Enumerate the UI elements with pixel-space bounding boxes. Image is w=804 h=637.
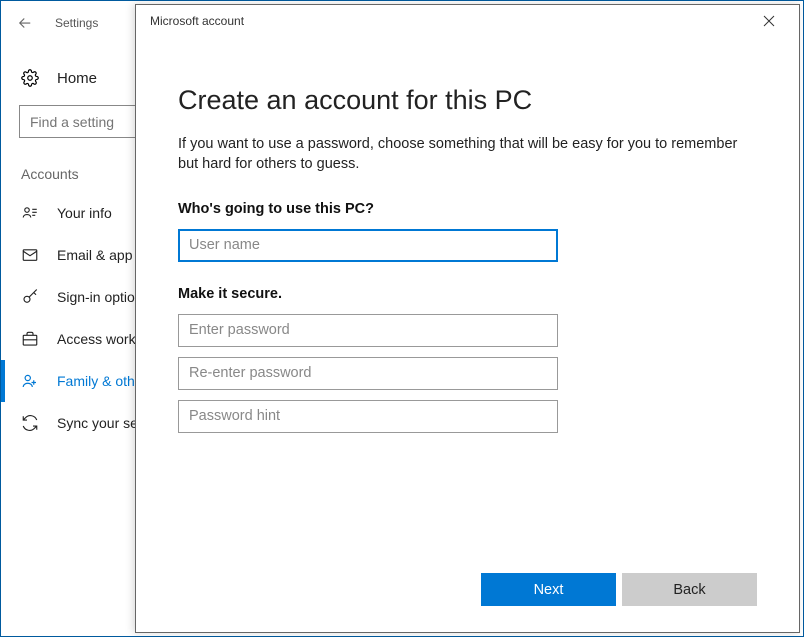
secure-label: Make it secure. — [178, 286, 757, 302]
password-input[interactable] — [178, 314, 558, 347]
repassword-input[interactable] — [178, 357, 558, 390]
dialog-heading: Create an account for this PC — [178, 85, 757, 116]
close-button[interactable] — [753, 5, 785, 37]
key-icon — [21, 288, 39, 306]
username-label: Who's going to use this PC? — [178, 201, 757, 217]
nav-label: Your info — [57, 205, 112, 221]
briefcase-icon — [21, 330, 39, 348]
account-dialog: Microsoft account Create an account for … — [135, 4, 800, 633]
dialog-description: If you want to use a password, choose so… — [178, 134, 757, 175]
dialog-title: Microsoft account — [150, 14, 244, 28]
username-input[interactable] — [178, 229, 558, 262]
gear-icon — [21, 69, 39, 87]
home-label: Home — [57, 70, 97, 87]
back-button[interactable] — [13, 11, 37, 35]
next-button[interactable]: Next — [481, 573, 616, 606]
hint-input[interactable] — [178, 400, 558, 433]
person-card-icon — [21, 204, 39, 222]
back-button-dialog[interactable]: Back — [622, 573, 757, 606]
people-icon — [21, 372, 39, 390]
sync-icon — [21, 414, 39, 432]
email-icon — [21, 246, 39, 264]
window-title: Settings — [55, 16, 98, 30]
